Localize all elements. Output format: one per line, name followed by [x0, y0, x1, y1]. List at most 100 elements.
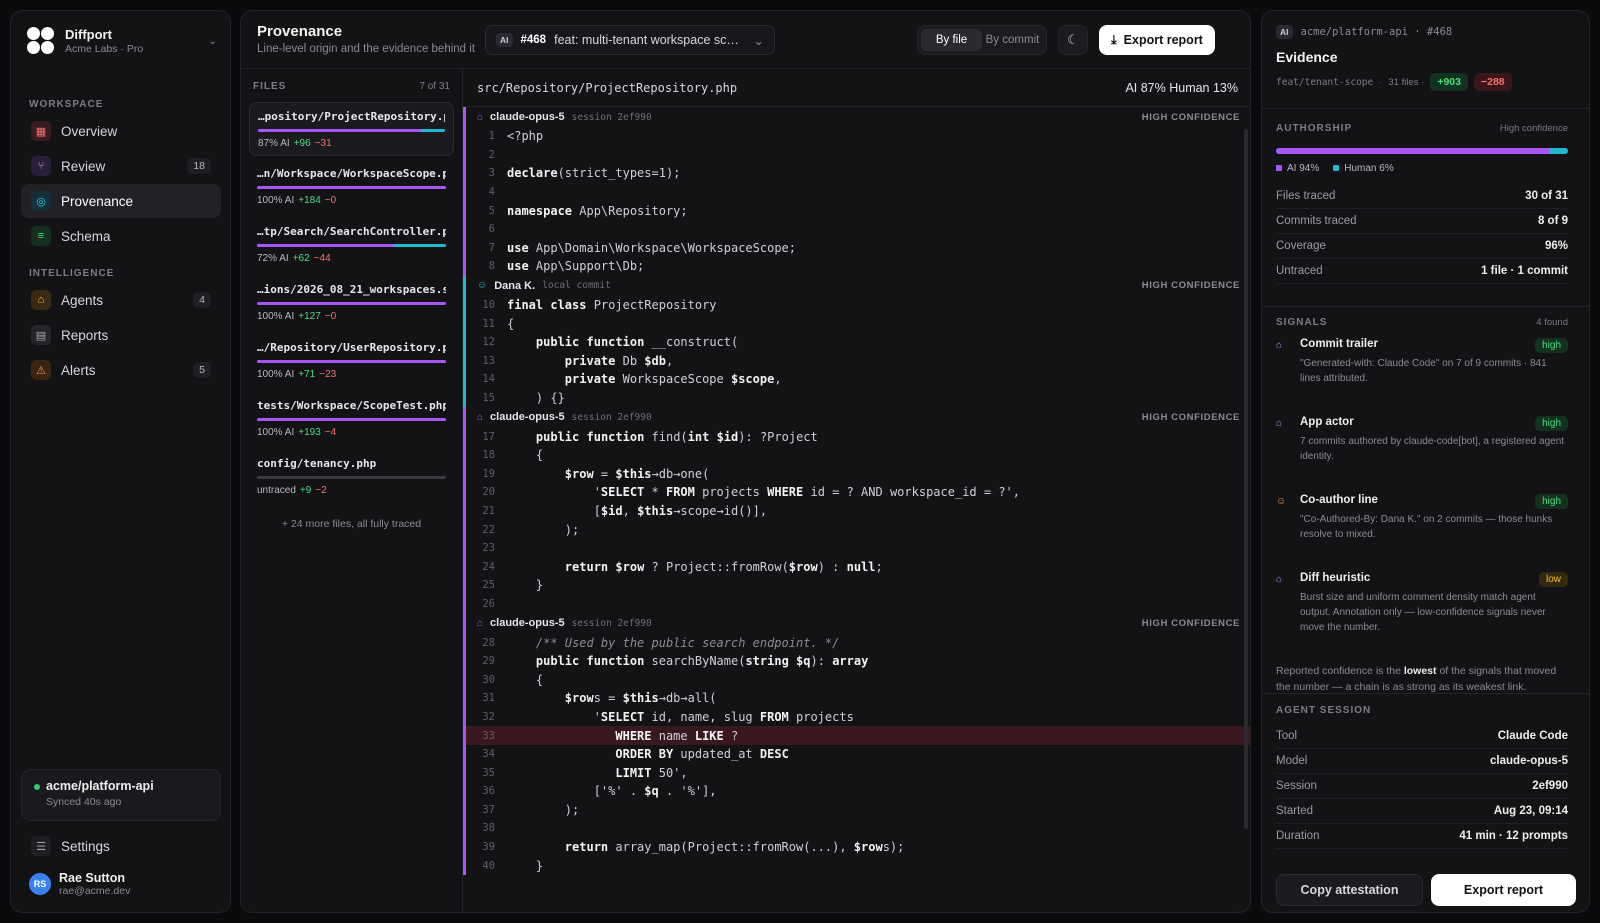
code-line[interactable]: 11 {: [463, 314, 1250, 333]
hunk-author[interactable]: claude-opus-5: [490, 617, 565, 629]
code-line[interactable]: 35 LIMIT 50',: [463, 763, 1250, 782]
code-scrollbar[interactable]: [1244, 129, 1248, 829]
line-number: 30: [482, 673, 495, 686]
stat-row: Untraced 1 file · 1 commit: [1276, 259, 1568, 284]
pr-selector[interactable]: AI #468 feat: multi-tenant workspace sco…: [485, 25, 775, 55]
sidebar-item-reports[interactable]: ▤ Reports: [21, 318, 221, 352]
code-line[interactable]: 12 public function __construct(: [463, 333, 1250, 352]
code-line[interactable]: 31 $rows = $this→db→all(: [463, 689, 1250, 708]
code-line[interactable]: 34 ORDER BY updated_at DESC: [463, 745, 1250, 764]
tab-by-commit[interactable]: By commit: [982, 29, 1043, 51]
file-authorship-bar: [257, 244, 446, 247]
copy-attestation-button[interactable]: Copy attestation: [1276, 874, 1423, 906]
file-name: config/tenancy.php: [257, 457, 377, 470]
code-line[interactable]: 24 return $row ? Project::fromRow($row) …: [463, 557, 1250, 576]
file-list-item[interactable]: …pository/ProjectRepository.php 87% AI +96…: [249, 102, 454, 156]
code-line[interactable]: 1 <?php: [463, 127, 1250, 146]
code-line[interactable]: 40 }: [463, 856, 1250, 875]
workspace-switcher[interactable]: Diffport Acme Labs · Pro ⌄: [27, 27, 217, 55]
code-line[interactable]: 15 ) {}: [463, 389, 1250, 408]
code-line[interactable]: 5 namespace App\Repository;: [463, 201, 1250, 220]
hunk-author[interactable]: claude-opus-5: [490, 111, 565, 123]
session-label: Started: [1276, 805, 1314, 817]
line-number: 2: [488, 148, 495, 161]
settings-link[interactable]: ☰ Settings: [21, 831, 221, 861]
code-line[interactable]: 18 {: [463, 446, 1250, 465]
sidebar-item-alerts[interactable]: ⚠ Alerts 5: [21, 353, 221, 387]
authorship-bar: [1276, 148, 1568, 154]
authorship-summary: AI 87% Human 13%: [1125, 80, 1238, 95]
settings-label: Settings: [61, 838, 110, 854]
code-line[interactable]: 30 {: [463, 670, 1250, 689]
stat-value: 30 of 31: [1525, 190, 1568, 202]
code-line[interactable]: 17 public function find(int $id): ?Proje…: [463, 427, 1250, 446]
code-line[interactable]: 21 [$id, $this→scope→id()],: [463, 502, 1250, 521]
sidebar-item-count: 18: [187, 158, 211, 174]
code-line[interactable]: 20 'SELECT * FROM projects WHERE id = ? …: [463, 483, 1250, 502]
file-additions: +62: [292, 253, 310, 264]
code-line[interactable]: 36 ['%' . $q . '%'],: [463, 782, 1250, 801]
sidebar-item-agents[interactable]: ⌂ Agents 4: [21, 283, 221, 317]
sidebar: Diffport Acme Labs · Pro ⌄ WORKSPACE ▦ Ov…: [10, 10, 231, 913]
code-line[interactable]: 29 public function searchByName(string $…: [463, 652, 1250, 671]
code-line[interactable]: 4: [463, 183, 1250, 202]
brand-name: Diffport: [65, 27, 112, 42]
export-report-button[interactable]: Export report: [1431, 874, 1576, 906]
sidebar-item-provenance[interactable]: ◎ Provenance: [21, 184, 221, 218]
session-value: 2ef990: [1532, 780, 1568, 792]
code-line[interactable]: 2: [463, 146, 1250, 165]
theme-toggle-moon-icon[interactable]: ☾: [1058, 25, 1088, 55]
confidence-note: Reported confidence is the lowest of the…: [1276, 665, 1557, 693]
file-deletions: −0: [324, 195, 337, 206]
stat-row: Files traced 30 of 31: [1276, 184, 1568, 209]
sidebar-item-overview[interactable]: ▦ Overview: [21, 114, 221, 148]
code-line[interactable]: 28 /** Used by the public search endpoin…: [463, 633, 1250, 652]
hunk-author[interactable]: claude-opus-5: [490, 411, 565, 423]
code-line[interactable]: 38: [463, 819, 1250, 838]
signal-item[interactable]: ⌂ Diff heuristic low Burst size and uniform…: [1276, 572, 1568, 658]
signal-item[interactable]: ⌂ App actor high 7 commits authored by clau…: [1276, 416, 1568, 484]
signal-description: Burst size and uniform comment density m…: [1300, 592, 1546, 633]
line-source: private WorkspaceScope $scope,: [564, 372, 782, 387]
repo-card[interactable]: acme/platform-api Synced 40s ago: [21, 769, 221, 821]
code-line[interactable]: 3 declare(strict_types=1);: [463, 164, 1250, 183]
file-list-item[interactable]: tests/Workspace/ScopeTest.php 100% AI +193…: [249, 392, 454, 446]
file-name: …/Repository/UserRepository.php: [257, 341, 446, 354]
hunk-author[interactable]: Dana K.: [494, 280, 535, 292]
code-line[interactable]: 13 private Db $db,: [463, 352, 1250, 371]
code-line[interactable]: 39 return array_map(Project::fromRow(...…: [463, 838, 1250, 857]
code-line[interactable]: 26: [463, 595, 1250, 614]
file-ai-percent: 72% AI: [257, 253, 289, 264]
document-icon: ▤: [31, 325, 51, 345]
code-line[interactable]: 37 );: [463, 801, 1250, 820]
user-profile[interactable]: RS Rae Sutton rae@acme.dev: [29, 871, 130, 897]
code-line[interactable]: 10 final class ProjectRepository: [463, 296, 1250, 315]
export-report-button[interactable]: ⤓ Export report: [1099, 25, 1215, 55]
signal-item[interactable]: ☺ Co-author line high "Co-Authored-By: Dana…: [1276, 494, 1568, 562]
code-line[interactable]: 25 }: [463, 576, 1250, 595]
code-line[interactable]: 14 private WorkspaceScope $scope,: [463, 370, 1250, 389]
code-line[interactable]: 8 use App\Support\Db;: [463, 257, 1250, 276]
session-value: Claude Code: [1497, 730, 1568, 742]
file-list-item[interactable]: …/Repository/UserRepository.php 100% AI +7…: [249, 334, 454, 388]
file-list-item[interactable]: config/tenancy.php untraced +9 −2: [249, 450, 454, 504]
tab-by-file[interactable]: By file: [921, 29, 982, 51]
code-line[interactable]: 19 $row = $this→db→one(: [463, 465, 1250, 484]
file-list-item[interactable]: …ions/2026_08_21_workspaces.sql 100% AI +1…: [249, 276, 454, 330]
code-line[interactable]: 32 'SELECT id, name, slug FROM projects: [463, 708, 1250, 727]
code-line[interactable]: 33 WHERE name LIKE ?: [463, 726, 1250, 745]
code-line[interactable]: 22 );: [463, 520, 1250, 539]
line-source: use App\Support\Db;: [507, 259, 645, 274]
line-source: {: [507, 316, 515, 331]
file-list-item[interactable]: …tp/Search/SearchController.php 72% AI +62…: [249, 218, 454, 272]
file-list-item[interactable]: …n/Workspace/WorkspaceScope.php 100% AI +1…: [249, 160, 454, 214]
session-label: Model: [1276, 755, 1308, 767]
code-line[interactable]: 7 use App\Domain\Workspace\WorkspaceScope…: [463, 239, 1250, 258]
code-line[interactable]: 6: [463, 220, 1250, 239]
signal-item[interactable]: ⌂ Commit trailer high "Generated-with: Clau…: [1276, 338, 1568, 406]
sidebar-item-schema[interactable]: ≡ Schema: [21, 219, 221, 253]
stat-value: 96%: [1544, 240, 1568, 252]
sidebar-item-review[interactable]: ⑂ Review 18: [21, 149, 221, 183]
code-line[interactable]: 23: [463, 539, 1250, 558]
agent-session-section: AGENT SESSION Tool Claude Code Model claude…: [1276, 705, 1568, 849]
